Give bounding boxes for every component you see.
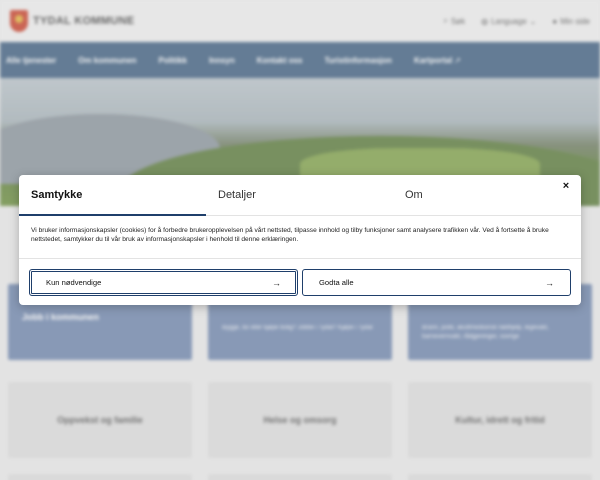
arrow-right-icon: →: [272, 277, 281, 288]
tab-about[interactable]: Om: [393, 175, 580, 215]
accept-all-button[interactable]: Godta alle →: [302, 269, 571, 296]
cookie-message: Vi bruker informasjonskapsler (cookies) …: [31, 227, 549, 243]
tab-consent[interactable]: Samtykke: [19, 175, 206, 216]
necessary-only-label: Kun nødvendige: [46, 278, 102, 287]
close-icon[interactable]: ×: [559, 179, 573, 193]
tab-details[interactable]: Detaljer: [206, 175, 393, 215]
cookie-consent-dialog: Samtykke Detaljer Om × Vi bruker informa…: [19, 175, 581, 305]
necessary-only-button[interactable]: Kun nødvendige →: [29, 269, 298, 296]
cookie-buttons: Kun nødvendige → Godta alle →: [19, 259, 581, 296]
accept-all-label: Godta alle: [319, 278, 354, 287]
cookie-tabs: Samtykke Detaljer Om: [19, 175, 581, 216]
arrow-right-icon: →: [545, 277, 554, 288]
